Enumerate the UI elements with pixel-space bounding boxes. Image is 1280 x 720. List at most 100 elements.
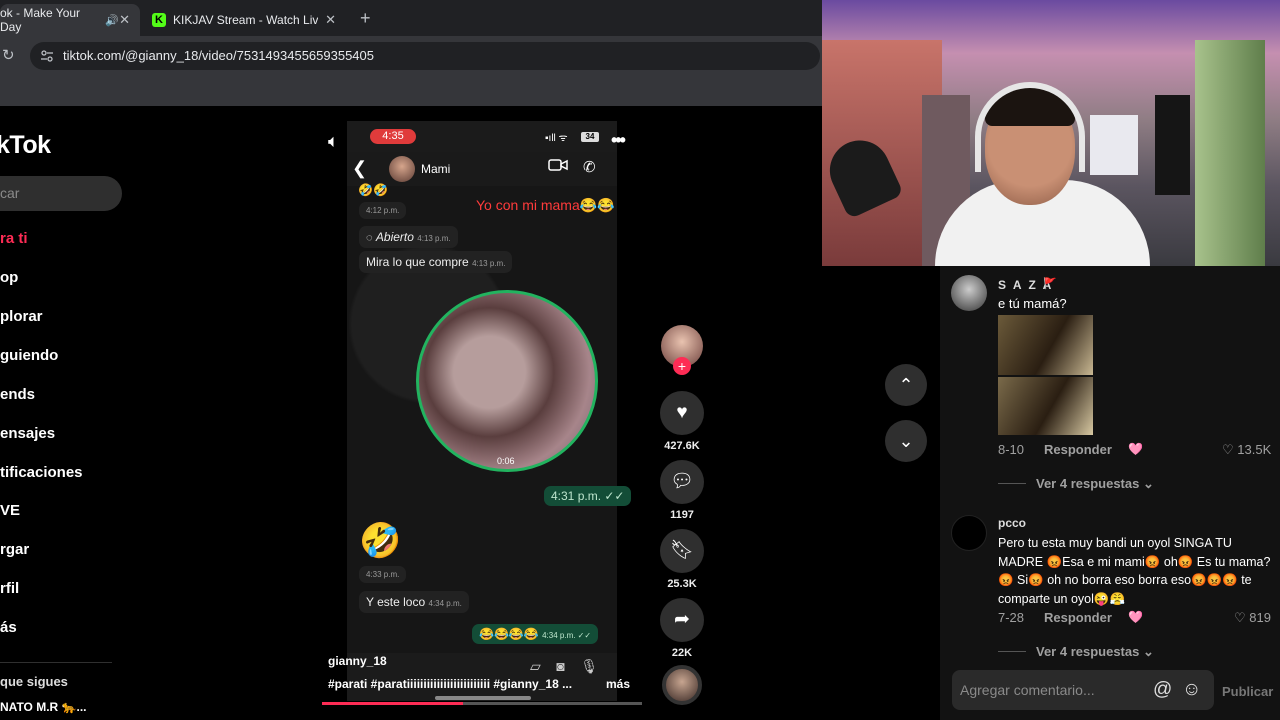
volume-icon[interactable]: 🔈︎ [328,131,339,152]
sidebar-item-explore[interactable]: plorar [0,308,43,325]
sidebar-item-messages[interactable]: ensajes [0,425,55,442]
sidebar-item-profile[interactable]: rfil [0,580,19,597]
message-timestamp: 4:13 p.m. [472,259,506,268]
avatar[interactable] [951,275,987,311]
camera-icon: ◙ [556,658,565,674]
comment-like-button[interactable]: ♡ 819 [1234,610,1271,626]
mention-icon[interactable]: @ [1153,679,1172,701]
view-replies-label: Ver 4 respuestas [1036,644,1140,659]
webcam-hanging-clothes [1155,95,1190,195]
sidebar-item-upload[interactable]: rgar [0,541,29,558]
sidebar-item-friends[interactable]: ends [0,386,35,403]
message-timestamp: 4:31 p.m. ✓✓ [544,486,632,506]
message-timestamp: 4:13 p.m. [417,234,451,243]
publish-button[interactable]: Publicar [1222,684,1273,699]
heart-outline-icon: ♡ [1234,610,1246,625]
sidebar-item-more[interactable]: ás [0,619,17,636]
reply-button[interactable]: Responder [1044,610,1112,625]
comment-date: 7-28 [998,610,1025,625]
comment-image[interactable] [998,315,1093,375]
message-bubble: Mira lo que compre 4:13 p.m. [359,251,513,273]
tab-close-icon[interactable]: ✕ [119,12,130,28]
avatar[interactable] [951,515,987,551]
replies-divider [998,483,1026,484]
next-video-button[interactable]: ⌄ [885,420,927,462]
sidebar-item-for-you[interactable]: ra ti [0,230,28,247]
message-timestamp: 4:12 p.m. [359,202,407,219]
creator-liked-icon: 🩷 [1128,442,1143,456]
message-text: Mira lo que compre [366,255,469,269]
view-replies-button[interactable]: Ver 4 respuestas ⌄ [1036,644,1154,660]
message-timestamp: 4:34 p.m. [428,599,462,608]
following-accounts-title: que sigues [0,674,68,689]
search-placeholder: car [0,185,20,201]
kick-logo-icon: K [152,13,166,27]
reload-icon[interactable]: ↻ [2,46,15,64]
replies-divider [998,651,1026,652]
comment-image[interactable] [998,377,1093,435]
comment-input-placeholder: Agregar comentario... [960,682,1095,698]
like-count: 427.6K [664,440,700,452]
comment-text: Pero tu esta muy bandi un oyol SINGA TU … [998,536,1271,606]
share-count: 22K [671,647,693,659]
comment-count: 1197 [670,509,694,521]
following-account-item[interactable]: NATO M.R 🐆... [0,700,87,714]
video-call-icon [548,159,568,171]
chevron-down-icon: ⌄ [898,431,914,451]
bookmark-icon: 🔖︎ [669,540,695,561]
audio-icon: 🔊 [105,14,120,27]
emoji-icon[interactable]: ☺ [1182,679,1201,701]
comment-like-button[interactable]: ♡ 13.5K [1222,442,1271,458]
reply-button[interactable]: Responder [1044,442,1112,457]
comment-like-count: 13.5K [1237,442,1272,457]
chevron-up-icon: ⌃ [898,375,914,395]
view-replies-button[interactable]: Ver 4 respuestas ⌄ [1036,476,1154,492]
video-note-duration: 0:06 [497,456,515,466]
sidebar-item-notifications[interactable]: tificaciones [0,464,83,481]
webcam-jersey [1090,115,1138,175]
message-timestamp: 4:33 p.m. [359,566,407,583]
tab-tiktok[interactable]: ok - Make Your Day 🔊 ✕ [0,4,140,36]
creator-liked-icon: 🩷 [1128,610,1143,624]
previous-video-button[interactable]: ⌃ [885,364,927,406]
message-text: Y este loco [366,595,426,609]
caption-more-link[interactable]: más [606,677,630,691]
comment-like-count: 819 [1249,610,1271,625]
video-author[interactable]: gianny_18 [328,654,387,668]
video-hashtags[interactable]: #parati #paratiiiiiiiiiiiiiiiiiiiiiiiii … [328,677,572,691]
mic-icon: 🎙︎ [580,658,599,674]
sidebar-item-shop[interactable]: op [0,269,18,286]
sidebar-item-following[interactable]: guiendo [0,347,58,364]
bookmarks-bar [0,76,822,106]
save-count: 25.3K [667,578,697,590]
phone-icon: ✆ [583,159,596,176]
url-text[interactable]: tiktok.com/@gianny_18/video/753149345565… [63,48,374,63]
webcam-curtain [1195,40,1265,266]
share-button[interactable]: ➦ [660,598,704,642]
like-button[interactable]: ♥ [660,391,704,435]
heart-icon: ♥ [676,402,688,423]
tab-close-icon[interactable]: ✕ [325,12,336,28]
emoji-message: 🤣 [359,522,402,560]
heart-outline-icon: ♡ [1222,442,1234,457]
more-options-icon[interactable]: ••• [611,130,626,151]
site-info-icon[interactable] [40,49,54,63]
comment-text: e tú mamá? [998,296,1067,311]
sidebar-item-live[interactable]: VE [0,502,20,519]
new-tab-button[interactable]: + [360,8,371,29]
comment-username[interactable]: pcco [998,516,1026,530]
tab-kikjav[interactable]: K KIKJAV Stream - Watch Live on ✕ [146,4,346,36]
chevron-down-icon: ⌄ [1142,476,1154,491]
video-note-circle [416,290,598,472]
tiktok-logo[interactable]: kTok [0,131,51,160]
comment-button[interactable]: 💬︎ [660,460,704,504]
video-progress-handle[interactable] [435,696,531,700]
follow-button[interactable]: + [673,357,691,375]
message-text: 😂😂😂😂 [479,627,539,641]
music-disc[interactable] [662,665,702,705]
tab-title: ok - Make Your Day [0,6,81,34]
flag-icon: 🚩 [1043,278,1057,290]
chat-contact-name: Mami [421,162,451,176]
chat-header [347,152,617,186]
save-button[interactable]: 🔖︎ [660,529,704,573]
